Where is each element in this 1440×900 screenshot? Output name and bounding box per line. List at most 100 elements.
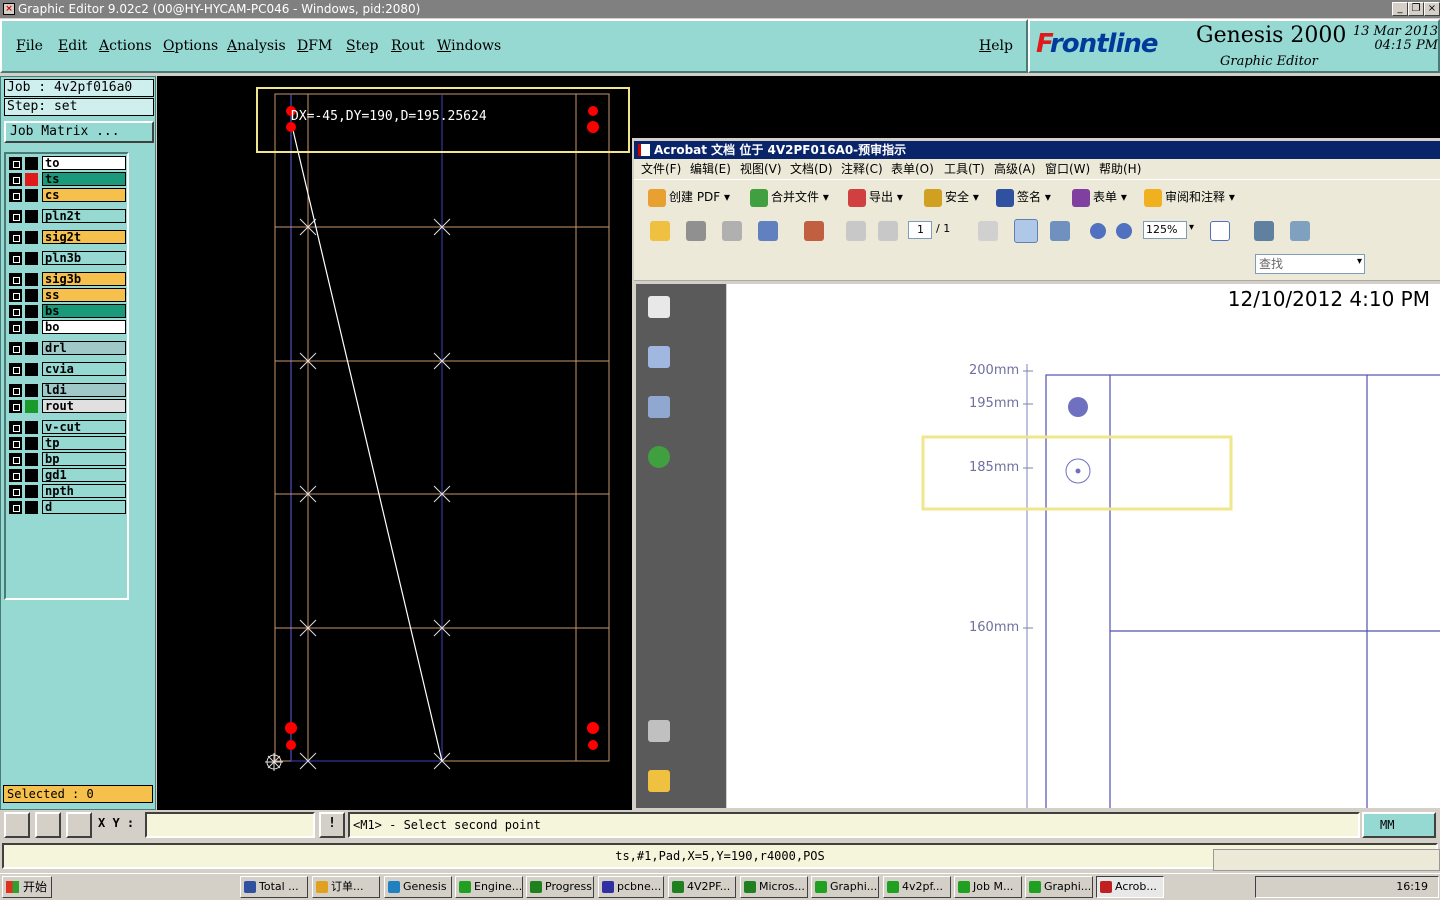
- layer-name[interactable]: tp: [42, 436, 126, 450]
- email-icon[interactable]: [758, 221, 778, 241]
- layer-affected-indicator[interactable]: [25, 273, 38, 286]
- layer-name[interactable]: ss: [42, 288, 126, 302]
- layer-affected-indicator[interactable]: [25, 384, 38, 397]
- hand-tool-icon[interactable]: [1014, 219, 1038, 243]
- zoom-out-icon[interactable]: [1090, 223, 1106, 239]
- restore-button[interactable]: ❐: [1408, 2, 1424, 16]
- layer-checkbox[interactable]: [9, 189, 22, 202]
- layer-checkbox[interactable]: [9, 252, 22, 265]
- acro-menu-edit[interactable]: 编辑(E): [690, 159, 731, 179]
- taskbar-item[interactable]: 4v2pf...: [883, 876, 951, 898]
- layer-affected-indicator[interactable]: [25, 231, 38, 244]
- layer-name[interactable]: to: [42, 156, 126, 170]
- layer-checkbox[interactable]: [9, 400, 22, 413]
- layer-name[interactable]: sig2t: [42, 230, 126, 244]
- acro-menu-document[interactable]: 文档(D): [790, 159, 833, 179]
- menu-file[interactable]: File: [16, 38, 43, 54]
- layer-name[interactable]: bp: [42, 452, 126, 466]
- combine-files-button[interactable]: 合并文件 ▾: [750, 188, 829, 207]
- layer-affected-indicator[interactable]: [25, 469, 38, 482]
- layer-affected-indicator[interactable]: [25, 252, 38, 265]
- info-button[interactable]: !: [319, 812, 345, 838]
- layer-name[interactable]: d: [42, 500, 126, 514]
- forms-button[interactable]: 表单 ▾: [1072, 188, 1127, 207]
- single-page-icon[interactable]: [1210, 221, 1230, 241]
- menu-help[interactable]: Help: [979, 38, 1013, 54]
- menu-rout[interactable]: Rout: [391, 38, 425, 54]
- menu-windows[interactable]: Windows: [437, 38, 501, 54]
- close-button[interactable]: ×: [1424, 2, 1440, 16]
- create-pdf-button[interactable]: 创建 PDF ▾: [648, 188, 730, 207]
- edit-icon[interactable]: [804, 221, 824, 241]
- taskbar-item[interactable]: 订单...: [312, 876, 380, 898]
- layer-name[interactable]: drl: [42, 341, 126, 355]
- acro-menu-comments[interactable]: 注释(C): [841, 159, 883, 179]
- menu-dfm[interactable]: DFM: [297, 38, 332, 54]
- help-icon[interactable]: [648, 446, 670, 468]
- acro-menu-view[interactable]: 视图(V): [740, 159, 782, 179]
- pdf-document-view[interactable]: 12/10/2012 4:10 PM 200mm 195mm 185mm 160…: [727, 284, 1440, 808]
- job-matrix-button[interactable]: Job Matrix ...: [4, 121, 154, 143]
- full-screen-icon[interactable]: [1290, 221, 1310, 241]
- layer-checkbox[interactable]: [9, 384, 22, 397]
- zoom-window-button[interactable]: [4, 812, 30, 838]
- minimize-button[interactable]: _: [1392, 2, 1408, 16]
- layer-checkbox[interactable]: [9, 363, 22, 376]
- layer-name[interactable]: sig3b: [42, 272, 126, 286]
- taskbar-item[interactable]: Progress: [526, 876, 594, 898]
- layer-checkbox[interactable]: [9, 231, 22, 244]
- menu-actions[interactable]: Actions: [99, 38, 152, 54]
- secure-button[interactable]: 安全 ▾: [924, 188, 979, 207]
- pages-icon[interactable]: [648, 296, 670, 318]
- export-button[interactable]: 导出 ▾: [848, 188, 903, 207]
- layer-name[interactable]: v-cut: [42, 420, 126, 434]
- taskbar-item[interactable]: Job M...: [954, 876, 1022, 898]
- grid-button[interactable]: [66, 812, 92, 838]
- layer-checkbox[interactable]: [9, 421, 22, 434]
- ime-toolbar[interactable]: [1213, 849, 1440, 871]
- page-number-input[interactable]: 1: [908, 221, 932, 239]
- acro-menu-tools[interactable]: 工具(T): [944, 159, 985, 179]
- attachments-icon[interactable]: [648, 720, 670, 742]
- layer-affected-indicator[interactable]: [25, 400, 38, 413]
- acro-menu-forms[interactable]: 表单(O): [891, 159, 934, 179]
- layer-checkbox[interactable]: [9, 485, 22, 498]
- zoom-dropdown-icon[interactable]: ▾: [1189, 222, 1194, 233]
- graphic-canvas-right[interactable]: [632, 76, 1440, 138]
- review-button[interactable]: 审阅和注释 ▾: [1144, 188, 1235, 207]
- save-icon[interactable]: [722, 221, 742, 241]
- comments-icon[interactable]: [648, 770, 670, 792]
- taskbar-item[interactable]: pcbne...: [598, 876, 664, 898]
- start-button[interactable]: 开始: [2, 876, 52, 898]
- layer-affected-indicator[interactable]: [25, 453, 38, 466]
- layer-checkbox[interactable]: [9, 321, 22, 334]
- previous-page-icon[interactable]: [846, 221, 866, 241]
- acro-menu-advanced[interactable]: 高级(A): [994, 159, 1036, 179]
- acro-menu-file[interactable]: 文件(F): [641, 159, 681, 179]
- layer-name[interactable]: gd1: [42, 468, 126, 482]
- taskbar-item[interactable]: Graphi...: [811, 876, 879, 898]
- layer-checkbox[interactable]: [9, 289, 22, 302]
- layer-affected-indicator[interactable]: [25, 321, 38, 334]
- layer-name[interactable]: bs: [42, 304, 126, 318]
- layer-affected-indicator[interactable]: [25, 485, 38, 498]
- taskbar-item[interactable]: Total ...: [240, 876, 308, 898]
- zoom-marquee-icon[interactable]: [1050, 221, 1070, 241]
- layer-name[interactable]: pln3b: [42, 251, 126, 265]
- layer-affected-indicator[interactable]: [25, 305, 38, 318]
- acro-menu-window[interactable]: 窗口(W): [1045, 159, 1090, 179]
- bookmarks-icon[interactable]: [648, 346, 670, 368]
- taskbar-item[interactable]: 4V2PF...: [668, 876, 736, 898]
- layer-affected-indicator[interactable]: [25, 189, 38, 202]
- layer-checkbox[interactable]: [9, 173, 22, 186]
- layer-checkbox[interactable]: [9, 437, 22, 450]
- signatures-icon[interactable]: [648, 396, 670, 418]
- menu-edit[interactable]: Edit: [58, 38, 87, 54]
- graphic-canvas[interactable]: DX=-45,DY=190,D=195.25624: [157, 76, 632, 810]
- layer-name[interactable]: cvia: [42, 362, 126, 376]
- acro-menu-help[interactable]: 帮助(H): [1099, 159, 1141, 179]
- menu-step[interactable]: Step: [346, 38, 378, 54]
- layer-checkbox[interactable]: [9, 273, 22, 286]
- sign-button[interactable]: 签名 ▾: [996, 188, 1051, 207]
- next-page-icon[interactable]: [878, 221, 898, 241]
